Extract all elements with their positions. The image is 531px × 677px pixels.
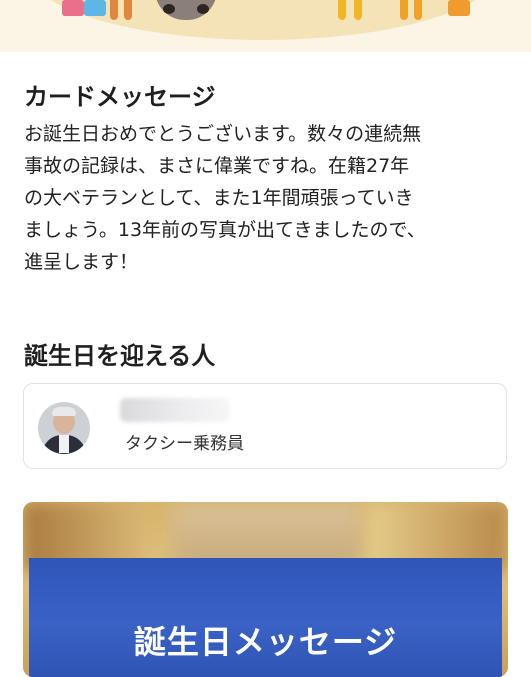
person-name-redacted bbox=[120, 398, 230, 422]
character-leg-icon bbox=[354, 0, 362, 20]
gift-icon bbox=[62, 0, 84, 16]
gift-icon bbox=[84, 0, 106, 16]
character-leg-icon bbox=[338, 0, 346, 20]
birthday-message-title: 誕生日メッセージ bbox=[133, 623, 398, 661]
character-leg-icon bbox=[400, 0, 408, 20]
birthday-person-title: 誕生日を迎える人 bbox=[24, 342, 216, 370]
header-illustration bbox=[0, 0, 531, 52]
avatar bbox=[38, 402, 90, 454]
character-leg-icon bbox=[124, 0, 132, 20]
card-message-title: カードメッセージ bbox=[24, 83, 216, 111]
card-message-text: お誕生日おめでとうございます。数々の連続無 事故の記録は、まさに偉業ですね。在籍… bbox=[24, 118, 510, 278]
character-leg-icon bbox=[110, 0, 118, 20]
birthday-person-card[interactable]: タクシー乗務員 bbox=[23, 383, 507, 469]
character-leg-icon bbox=[414, 0, 422, 20]
person-role: タクシー乗務員 bbox=[125, 434, 244, 454]
card-message-line: 事故の記録は、まさに偉業ですね。在籍27年 bbox=[24, 155, 410, 177]
card-message-line: 進呈します！ bbox=[24, 251, 139, 273]
card-message-line: お誕生日おめでとうございます。数々の連続無 bbox=[24, 123, 422, 145]
card-message-line: の大ベテランとして、また1年間頑張っていき bbox=[24, 187, 414, 209]
gift-icon bbox=[448, 0, 470, 16]
card-message-line: ましょう。13年前の写真が出てきましたので、 bbox=[24, 219, 426, 241]
birthday-message-card[interactable]: 誕生日メッセージ bbox=[23, 502, 508, 677]
